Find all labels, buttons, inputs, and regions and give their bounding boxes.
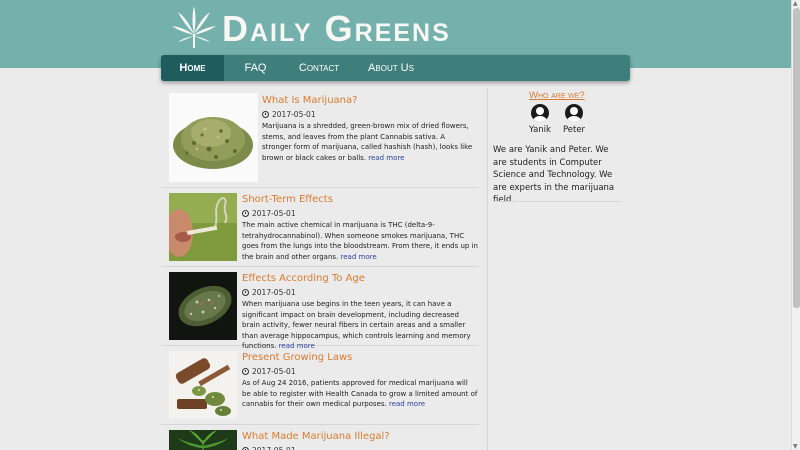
dried-marijuana-pile-image[interactable]: [169, 93, 258, 182]
nav-about-us[interactable]: About Us: [351, 55, 431, 81]
user-avatar-icon: [531, 104, 549, 122]
about-text: We are Yanik and Peter. We are students …: [493, 145, 615, 205]
article-excerpt-text: As of Aug 24 2016, patients approved for…: [242, 379, 478, 408]
smoking-joint-image[interactable]: [169, 193, 237, 261]
article-date: 2017-05-01: [242, 367, 296, 376]
article-excerpt: When marijuana use begins in the teen ye…: [242, 299, 478, 352]
article-title-link[interactable]: What Is Marijuana?: [262, 95, 357, 106]
cannabis-plant-image[interactable]: [169, 430, 237, 450]
article-item: What Is Marijuana? 2017-05-01 Marijuana …: [161, 88, 479, 188]
read-more-link[interactable]: read more: [341, 253, 377, 261]
article-item: Short-Term Effects 2017-05-01 The main a…: [161, 188, 479, 267]
read-more-link[interactable]: read more: [389, 400, 425, 408]
article-item: Effects According To Age 2017-05-01 When…: [161, 267, 479, 350]
article-item: What Made Marijuana Illegal? 2017-05-01: [161, 425, 479, 450]
article-title-link[interactable]: Effects According To Age: [242, 273, 365, 284]
team-member-name: Peter: [562, 125, 586, 135]
clock-icon: [262, 111, 269, 118]
site-logo[interactable]: Daily Greens: [170, 4, 470, 52]
page-scrollbar[interactable]: ▲ ▼: [791, 0, 800, 450]
column-divider: [487, 88, 488, 450]
user-avatar-icon: [565, 104, 583, 122]
site-header: Daily Greens Home FAQ Contact About Us: [0, 0, 791, 81]
article-list: What Is Marijuana? 2017-05-01 Marijuana …: [161, 88, 479, 450]
sidebar-divider: [493, 201, 621, 202]
article-date: 2017-05-01: [242, 209, 296, 218]
clock-icon: [242, 210, 249, 217]
article-excerpt-text: When marijuana use begins in the teen ye…: [242, 300, 471, 350]
article-date-text: 2017-05-01: [252, 288, 296, 297]
article-title-link[interactable]: Short-Term Effects: [242, 194, 333, 205]
marijuana-bud-image[interactable]: [169, 272, 237, 340]
article-title-link[interactable]: Present Growing Laws: [242, 352, 352, 363]
article-date-text: 2017-05-01: [252, 209, 296, 218]
scrollbar-thumb[interactable]: [793, 8, 800, 308]
nav-home[interactable]: Home: [161, 55, 224, 81]
article-date-text: 2017-05-01: [272, 110, 316, 119]
clock-icon: [242, 289, 249, 296]
article-date-text: 2017-05-01: [252, 446, 296, 450]
nav-faq[interactable]: FAQ: [224, 55, 287, 81]
team-member[interactable]: Yanik: [525, 104, 555, 135]
team-member[interactable]: Peter: [559, 104, 589, 135]
who-are-we-link[interactable]: Who are we?: [529, 90, 585, 101]
article-item: Present Growing Laws 2017-05-01 As of Au…: [161, 346, 479, 425]
article-excerpt: Marijuana is a shredded, green-brown mix…: [262, 121, 476, 163]
article-date: 2017-05-01: [242, 288, 296, 297]
article-title-link[interactable]: What Made Marijuana Illegal?: [242, 431, 390, 442]
gavel-and-buds-image[interactable]: [169, 351, 237, 419]
article-date: 2017-05-01: [262, 110, 316, 119]
scroll-up-arrow-icon[interactable]: ▲: [793, 0, 798, 7]
main-nav: Home FAQ Contact About Us: [161, 55, 630, 81]
read-more-link[interactable]: read more: [368, 154, 404, 162]
article-excerpt: As of Aug 24 2016, patients approved for…: [242, 378, 478, 410]
article-date-text: 2017-05-01: [252, 367, 296, 376]
article-excerpt: The main active chemical in marijuana is…: [242, 220, 478, 262]
cannabis-leaf-icon: [172, 6, 216, 48]
nav-contact[interactable]: Contact: [287, 55, 351, 81]
article-date: 2017-05-01: [242, 446, 296, 450]
site-title: Daily Greens: [222, 8, 451, 49]
scroll-down-arrow-icon[interactable]: ▼: [793, 443, 798, 450]
team-member-name: Yanik: [529, 125, 551, 135]
clock-icon: [242, 368, 249, 375]
